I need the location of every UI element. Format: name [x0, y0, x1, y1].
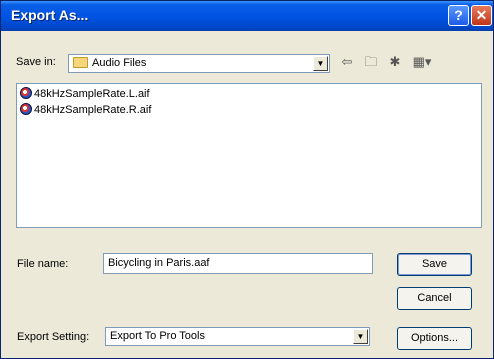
dialog-title: Export As... — [11, 7, 89, 23]
help-button[interactable]: ? — [448, 5, 469, 26]
help-icon: ? — [454, 7, 463, 23]
chevron-down-icon[interactable]: ▼ — [353, 329, 368, 344]
file-name: 48kHzSampleRate.R.aif — [34, 104, 152, 116]
create-new-folder-button[interactable]: ✱ — [385, 53, 405, 71]
back-arrow-icon: ⇦ — [341, 54, 353, 69]
view-menu-button[interactable]: ▦▾ — [409, 53, 435, 71]
file-list[interactable]: 48kHzSampleRate.L.aif 48kHzSampleRate.R.… — [16, 83, 482, 228]
file-name-value: Bicycling in Paris.aaf — [108, 257, 210, 269]
back-button[interactable]: ⇦ — [337, 53, 357, 71]
title-bar[interactable]: Export As... ? ✕ — [1, 1, 493, 31]
folder-icon — [73, 57, 88, 68]
file-name: 48kHzSampleRate.L.aif — [34, 88, 150, 100]
view-menu-icon: ▦▾ — [412, 54, 432, 69]
audio-file-icon — [20, 87, 32, 99]
export-setting-label: Export Setting: — [17, 331, 90, 343]
close-button[interactable]: ✕ — [471, 5, 492, 26]
list-item[interactable]: 48kHzSampleRate.R.aif — [20, 102, 151, 118]
file-name-field[interactable]: Bicycling in Paris.aaf — [103, 253, 373, 274]
export-as-dialog: Export As... ? ✕ Save in: Audio Files ▼ … — [0, 0, 494, 359]
options-button[interactable]: Options... — [397, 327, 472, 350]
file-name-label: File name: — [17, 258, 69, 270]
list-item[interactable]: 48kHzSampleRate.L.aif — [20, 86, 150, 102]
up-folder-icon: 🗀 — [364, 54, 378, 69]
export-setting-dropdown[interactable]: Export To Pro Tools ▼ — [105, 327, 370, 346]
save-in-value: Audio Files — [92, 57, 147, 69]
cancel-button[interactable]: Cancel — [397, 287, 472, 310]
save-in-dropdown[interactable]: Audio Files ▼ — [68, 54, 330, 73]
save-in-label: Save in: — [16, 56, 56, 68]
new-folder-icon: ✱ — [389, 54, 401, 69]
save-button[interactable]: Save — [397, 253, 472, 276]
up-one-level-button[interactable]: 🗀 — [361, 53, 381, 71]
audio-file-icon — [20, 103, 32, 115]
chevron-down-icon[interactable]: ▼ — [313, 56, 328, 71]
close-icon: ✕ — [475, 7, 488, 23]
export-setting-value: Export To Pro Tools — [110, 330, 205, 342]
